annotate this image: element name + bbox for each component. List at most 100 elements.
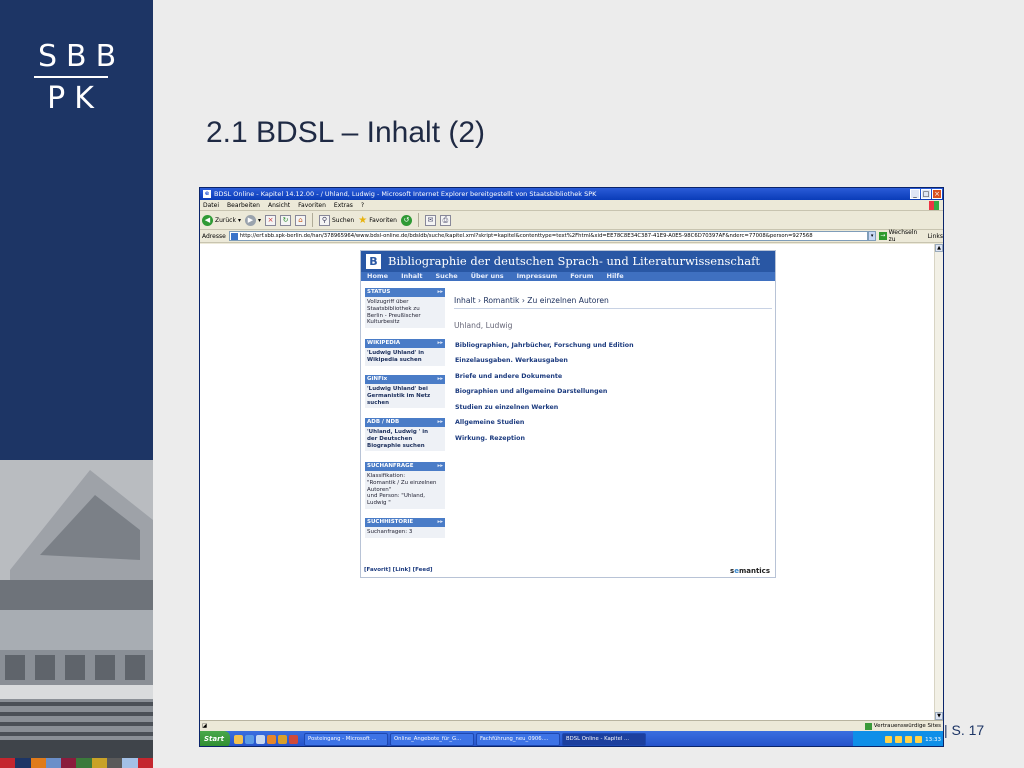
quicklaunch-icon[interactable] [267, 735, 276, 744]
category-link[interactable]: Wirkung. Rezeption [455, 435, 525, 442]
scroll-up-icon[interactable]: ▲ [935, 244, 943, 252]
person-name: Uhland, Ludwig [454, 321, 513, 330]
search-icon: ⚲ [319, 214, 330, 226]
address-input[interactable]: http://erf.sbb.spk-berlin.de/han/3789659… [228, 231, 869, 241]
stop-icon[interactable]: × [265, 214, 276, 226]
toolbar-separator [312, 213, 313, 227]
nav-forum[interactable]: Forum [570, 272, 593, 281]
quick-launch [234, 735, 298, 744]
go-label: Wechseln zu [888, 229, 918, 243]
ginfix-box: GiNFix ▸▸ 'Ludwig Uhland' bei Germanistik … [365, 375, 445, 409]
mail-icon[interactable]: ✉ [424, 214, 436, 226]
site-header: B Bibliographie der deutschen Sprach- un… [361, 251, 775, 272]
double-chevron-icon: ▸▸ [437, 463, 443, 469]
check-icon [864, 723, 872, 730]
taskbar: Start Posteingang - Microsoft ... Online… [200, 731, 943, 746]
quicklaunch-icon[interactable] [256, 735, 265, 744]
quicklaunch-icon[interactable] [278, 735, 287, 744]
double-chevron-icon: ▸▸ [437, 289, 443, 295]
suchhistorie-box: SUCHHISTORIE ▸▸ Suchanfragen: 3 [365, 518, 445, 538]
menu-extras[interactable]: Extras [334, 200, 353, 210]
category-link[interactable]: Bibliographien, Jahrbücher, Forschung un… [455, 342, 634, 349]
home-icon[interactable]: ⌂ [295, 214, 306, 226]
nav-home[interactable]: Home [367, 272, 388, 281]
close-icon[interactable]: × [932, 189, 942, 199]
address-dropdown-icon[interactable]: ▾ [868, 231, 876, 241]
task-outlook[interactable]: Posteingang - Microsoft ... [304, 733, 388, 746]
ie-icon: e [203, 190, 211, 198]
tray-icon[interactable] [905, 736, 913, 743]
window-titlebar[interactable]: e BDSL Online - Kapitel 14.12.00 - / Uhl… [200, 188, 943, 200]
bdsl-web-page: B Bibliographie der deutschen Sprach- un… [360, 250, 776, 578]
links-button[interactable]: Links [928, 233, 943, 240]
vertical-scrollbar[interactable]: ▲ ▼ [934, 244, 943, 720]
refresh-icon[interactable]: ↻ [280, 214, 291, 226]
tray-icon[interactable] [885, 736, 893, 743]
start-button[interactable]: Start [200, 731, 230, 746]
status-page-icon: ◪ [202, 723, 208, 729]
windows-logo-icon [929, 201, 939, 210]
maximize-icon[interactable]: □ [921, 189, 931, 199]
adb-ndb-search-link[interactable]: 'Uhland, Ludwig ' in der Deutschen Biograp… [365, 427, 445, 452]
forward-button[interactable]: ▶ ▾ [244, 214, 261, 226]
menu-bearbeiten[interactable]: Bearbeiten [227, 200, 260, 210]
category-link[interactable]: Einzelausgaben. Werkausgaben [455, 357, 568, 364]
task-bdsl-online[interactable]: BDSL Online - Kapitel ... [562, 733, 646, 746]
nav-inhalt[interactable]: Inhalt [401, 272, 422, 281]
clock: 13:33 [925, 736, 941, 743]
quicklaunch-icon[interactable] [289, 735, 298, 744]
back-button[interactable]: ◀ Zurück ▾ [202, 214, 241, 226]
category-link[interactable]: Biographien und allgemeine Darstellungen [455, 388, 607, 395]
history-icon[interactable]: ↺ [400, 214, 412, 226]
go-button[interactable]: → Wechseln zu [878, 229, 925, 243]
bdsl-logo-icon[interactable]: B [366, 254, 381, 269]
double-chevron-icon: ▸▸ [437, 519, 443, 525]
nav-suche[interactable]: Suche [436, 272, 458, 281]
category-link[interactable]: Allgemeine Studien [455, 419, 524, 426]
adb-ndb-box: ADB / NDB ▸▸ 'Uhland, Ludwig ' in der Deut… [365, 418, 445, 452]
status-box: STATUS ▸▸ Vollzugriff über Staatsbibliothe… [365, 288, 445, 329]
scroll-down-icon[interactable]: ▼ [935, 712, 943, 720]
address-bar: Adresse http://erf.sbb.spk-berlin.de/han… [200, 229, 943, 243]
print-icon[interactable]: ⎙ [439, 214, 451, 226]
toolbar-separator [417, 213, 419, 227]
task-fachfuehrung[interactable]: Fachführung_neu_0906.... [476, 733, 560, 746]
slide-title: 2.1 BDSL – Inhalt (2) [206, 116, 486, 149]
task-online-angebote[interactable]: Online_Angebote_für_G... [390, 733, 474, 746]
semantics-logo: semantics [730, 567, 770, 575]
suchhistorie-box-body: Suchanfragen: 3 [365, 527, 445, 538]
nav-ueber-uns[interactable]: Über uns [471, 272, 504, 281]
category-link[interactable]: Studien zu einzelnen Werken [455, 404, 558, 411]
browser-toolbar: ◀ Zurück ▾ ▶ ▾ × ↻ ⌂ ⚲ Suchen ★ Favorite… [200, 211, 943, 230]
color-strip [0, 758, 153, 768]
nav-hilfe[interactable]: Hilfe [607, 272, 624, 281]
chevron-down-icon[interactable]: ▾ [258, 217, 261, 224]
footer-links[interactable]: [Favorit] [Link] [Feed] [364, 567, 433, 573]
window-controls: _ □ × [910, 189, 942, 199]
logo-rule [34, 76, 108, 78]
site-title: Bibliographie der deutschen Sprach- und … [388, 254, 760, 268]
menu-datei[interactable]: Datei [203, 200, 219, 210]
tray-icon[interactable] [895, 736, 903, 743]
wikipedia-search-link[interactable]: 'Ludwig Uhland' in Wikipedia suchen [365, 348, 445, 366]
breadcrumb[interactable]: Inhalt › Romantik › Zu einzelnen Autoren [454, 296, 772, 309]
menu-help[interactable]: ? [361, 200, 364, 210]
nav-impressum[interactable]: Impressum [517, 272, 558, 281]
building-photo [0, 460, 153, 760]
favorites-button[interactable]: ★ Favoriten [358, 215, 397, 226]
minimize-icon[interactable]: _ [910, 189, 920, 199]
page-number: | S. 17 [944, 722, 985, 738]
ie-icon[interactable] [245, 735, 254, 744]
menu-ansicht[interactable]: Ansicht [268, 200, 290, 210]
menu-favoriten[interactable]: Favoriten [298, 200, 326, 210]
wikipedia-box: WIKIPEDIA ▸▸ 'Ludwig Uhland' in Wikipedia … [365, 339, 445, 366]
logo-line-1: SBB [38, 39, 126, 74]
quicklaunch-icon[interactable] [234, 735, 243, 744]
browser-window: e BDSL Online - Kapitel 14.12.00 - / Uhl… [199, 187, 944, 747]
address-url: http://erf.sbb.spk-berlin.de/han/3789659… [239, 233, 813, 239]
category-link[interactable]: Briefe und andere Dokumente [455, 373, 562, 380]
tray-icon[interactable] [915, 736, 923, 743]
chevron-down-icon[interactable]: ▾ [238, 217, 241, 224]
ginfix-search-link[interactable]: 'Ludwig Uhland' bei Germanistik im Netz su… [365, 384, 445, 409]
search-button[interactable]: ⚲ Suchen [319, 214, 354, 226]
